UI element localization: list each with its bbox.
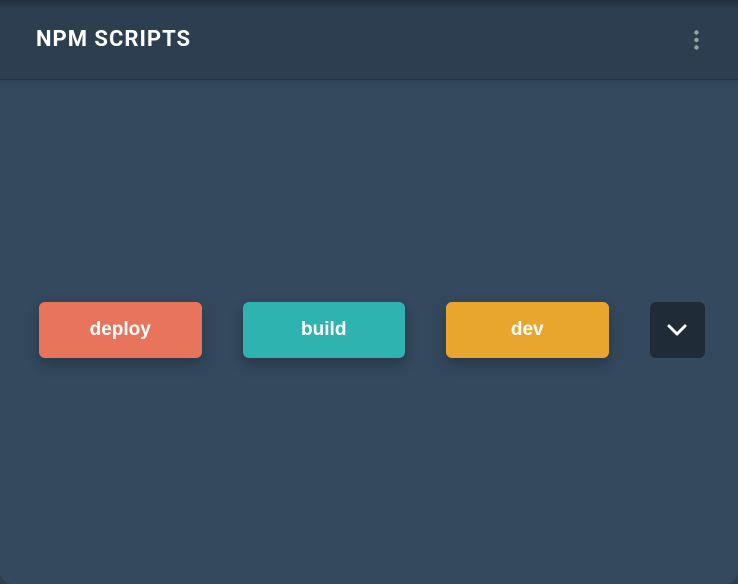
panel-content: deploy build dev: [0, 80, 738, 584]
more-vertical-icon: [694, 30, 699, 50]
panel-header: NPM SCRIPTS: [0, 0, 738, 80]
panel-title: NPM SCRIPTS: [36, 27, 191, 52]
script-button-build[interactable]: build: [243, 302, 406, 358]
scripts-row: deploy build dev: [39, 302, 705, 358]
more-menu-button[interactable]: [684, 24, 708, 56]
script-button-dev[interactable]: dev: [446, 302, 609, 358]
npm-scripts-panel: NPM SCRIPTS deploy build dev: [0, 0, 738, 584]
chevron-down-icon: [666, 323, 688, 337]
expand-scripts-button[interactable]: [650, 302, 705, 358]
script-button-deploy[interactable]: deploy: [39, 302, 202, 358]
